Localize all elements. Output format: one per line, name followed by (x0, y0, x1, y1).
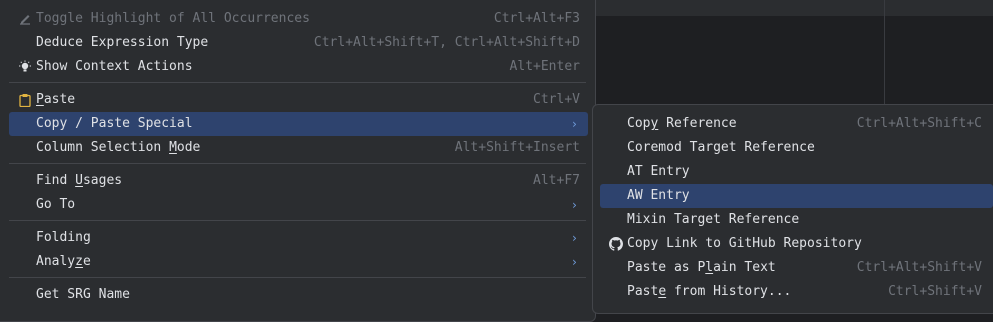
menu-separator (9, 82, 586, 83)
menu-item-label: Mixin Target Reference (627, 212, 800, 227)
copy-paste-special-submenu: Copy Reference Ctrl+Alt+Shift+C Coremod … (592, 104, 993, 314)
shortcut-text: Alt+Shift+Insert (454, 140, 580, 155)
menu-item-label: Toggle Highlight of All Occurrences (36, 11, 310, 26)
menu-item-label: Deduce Expression Type (36, 35, 209, 50)
submenu-item-aw-entry[interactable]: AW Entry (600, 184, 993, 208)
menu-item-label: Copy Link to GitHub Repository (627, 236, 862, 251)
chevron-right-icon: › (570, 198, 578, 212)
menu-item-label: Paste as Plain Text (627, 260, 776, 275)
menu-item-label: Paste from History... (627, 284, 792, 299)
menu-item-label: Folding (36, 230, 91, 245)
menu-item-label: Go To (36, 197, 76, 212)
menu-item-label: Get SRG Name (36, 287, 130, 302)
menu-item-label: Copy / Paste Special (36, 116, 193, 131)
shortcut-text: Ctrl+Alt+Shift+C (856, 116, 982, 131)
editor-right-margin-guide (884, 0, 885, 104)
menu-item-label: Find Usages (36, 173, 123, 188)
submenu-item-paste-from-history[interactable]: Paste from History... Ctrl+Shift+V (600, 280, 993, 304)
menu-item-get-srg-name[interactable]: Get SRG Name (9, 283, 588, 307)
menu-separator (9, 220, 586, 221)
menu-item-deduce-expression-type[interactable]: Deduce Expression Type Ctrl+Alt+Shift+T,… (9, 31, 588, 55)
highlight-pen-icon (17, 7, 33, 31)
menu-item-find-usages[interactable]: Find Usages Alt+F7 (9, 169, 588, 193)
menu-item-toggle-highlight[interactable]: Toggle Highlight of All Occurrences Ctrl… (9, 7, 588, 31)
shortcut-text: Alt+Enter (509, 59, 580, 74)
shortcut-text: Ctrl+Shift+V (888, 284, 982, 299)
menu-item-label: Column Selection Mode (36, 140, 201, 155)
menu-item-folding[interactable]: Folding › (9, 226, 588, 250)
menu-item-column-selection-mode[interactable]: Column Selection Mode Alt+Shift+Insert (9, 136, 588, 160)
menu-item-analyze[interactable]: Analyze › (9, 250, 588, 274)
context-menu: Toggle Highlight of All Occurrences Ctrl… (0, 0, 596, 322)
menu-item-label: Copy Reference (627, 116, 737, 131)
menu-item-show-context-actions[interactable]: Show Context Actions Alt+Enter (9, 55, 588, 79)
menu-item-label: Analyze (36, 254, 91, 269)
lightbulb-icon (17, 55, 33, 79)
chevron-right-icon: › (570, 255, 578, 269)
menu-item-label: AT Entry (627, 164, 690, 179)
submenu-item-copy-reference[interactable]: Copy Reference Ctrl+Alt+Shift+C (600, 112, 993, 136)
submenu-item-copy-github-link[interactable]: Copy Link to GitHub Repository (600, 232, 993, 256)
shortcut-text: Alt+F7 (533, 173, 580, 188)
menu-item-label: Paste (36, 92, 76, 107)
menu-item-label: AW Entry (627, 188, 690, 203)
github-icon (608, 232, 624, 256)
submenu-item-coremod-target-reference[interactable]: Coremod Target Reference (600, 136, 993, 160)
chevron-right-icon: › (570, 117, 578, 131)
menu-item-label: Coremod Target Reference (627, 140, 815, 155)
chevron-right-icon: › (570, 231, 578, 245)
submenu-item-at-entry[interactable]: AT Entry (600, 160, 993, 184)
shortcut-text: Ctrl+Alt+Shift+V (856, 260, 982, 275)
submenu-item-paste-plain-text[interactable]: Paste as Plain Text Ctrl+Alt+Shift+V (600, 256, 993, 280)
menu-separator (9, 163, 586, 164)
menu-item-go-to[interactable]: Go To › (9, 193, 588, 217)
shortcut-text: Ctrl+Alt+Shift+T, Ctrl+Alt+Shift+D (313, 35, 580, 50)
clipboard-icon (17, 88, 33, 112)
shortcut-text: Ctrl+Alt+F3 (493, 11, 580, 26)
shortcut-text: Ctrl+V (533, 92, 580, 107)
submenu-item-mixin-target-reference[interactable]: Mixin Target Reference (600, 208, 993, 232)
menu-item-label: Show Context Actions (36, 59, 193, 74)
menu-item-copy-paste-special[interactable]: Copy / Paste Special › (9, 112, 588, 136)
menu-item-paste[interactable]: Paste Ctrl+V (9, 88, 588, 112)
menu-separator (9, 277, 586, 278)
